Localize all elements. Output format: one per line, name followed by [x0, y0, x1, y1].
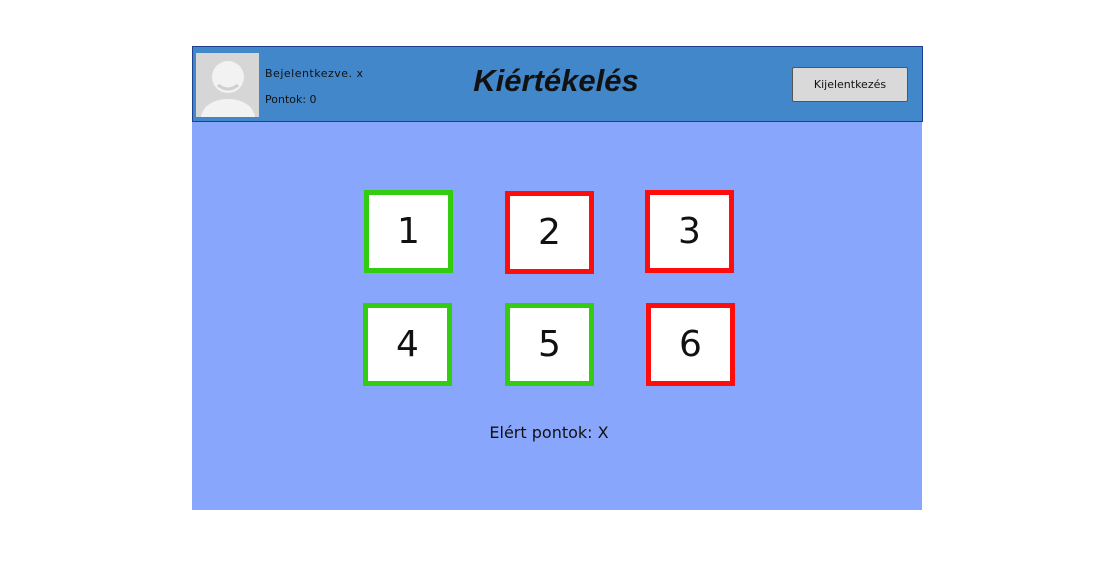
- evaluation-screen: Bejelentkezve. x Pontok: 0 Kiértékelés K…: [192, 46, 923, 510]
- answer-box-5[interactable]: 5: [505, 303, 594, 386]
- page-title: Kiértékelés: [473, 63, 639, 98]
- header-bar: Bejelentkezve. x Pontok: 0 Kiértékelés K…: [192, 46, 923, 122]
- logged-in-label: Bejelentkezve. x: [265, 67, 364, 80]
- avatar: [196, 53, 259, 117]
- score-text: Elért pontok: X: [489, 423, 609, 442]
- user-placeholder-icon: [196, 53, 259, 117]
- answer-box-2[interactable]: 2: [505, 191, 594, 274]
- answer-box-1[interactable]: 1: [364, 190, 453, 273]
- answer-box-6[interactable]: 6: [646, 303, 735, 386]
- points-label: Pontok: 0: [265, 93, 317, 106]
- answer-box-3[interactable]: 3: [645, 190, 734, 273]
- logout-button[interactable]: Kijelentkezés: [792, 67, 908, 102]
- answer-box-4[interactable]: 4: [363, 303, 452, 386]
